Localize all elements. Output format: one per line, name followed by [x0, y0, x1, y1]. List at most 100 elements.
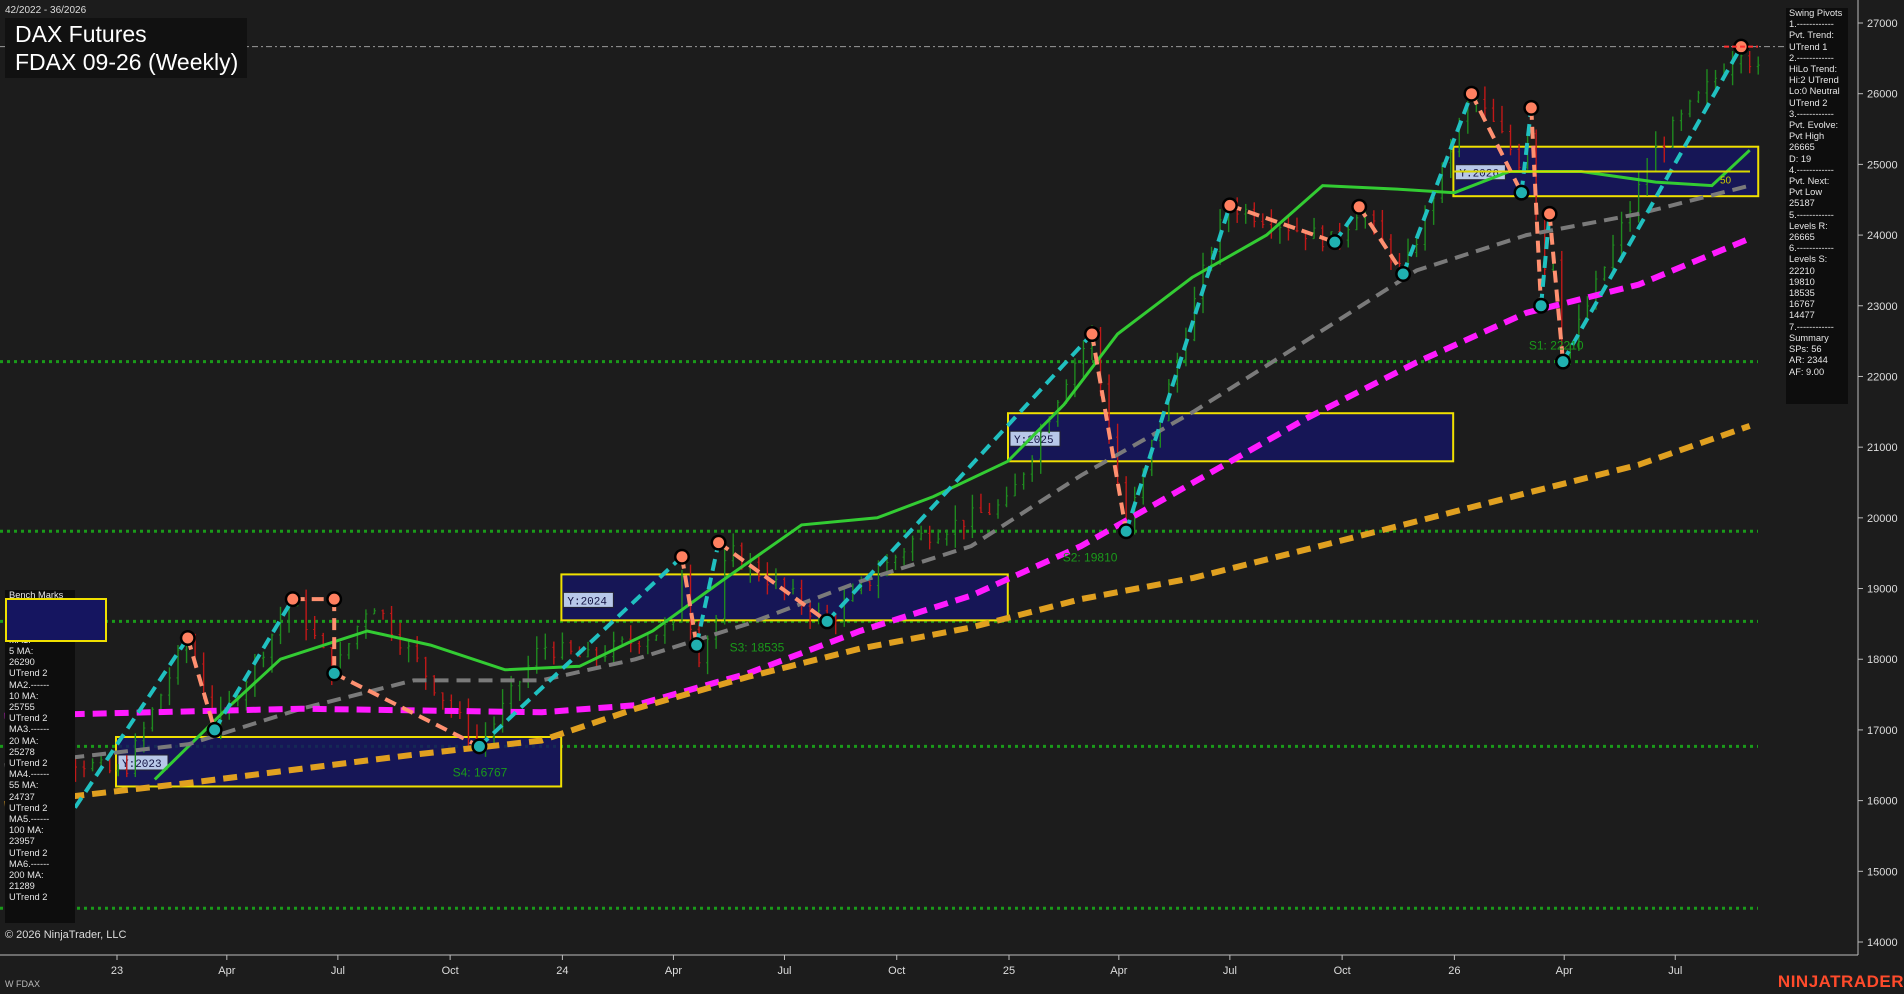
title-box: DAX Futures FDAX 09-26 (Weekly) [5, 18, 247, 78]
fifty-percent-label: 50 [1720, 175, 1732, 186]
y-tick-label: 21000 [1867, 442, 1898, 454]
y-tick-label: 14000 [1867, 937, 1898, 949]
bench-line: 26290 [9, 657, 35, 668]
swing-line: UTrend 2 [1789, 97, 1828, 108]
x-tick-label: Oct [888, 965, 905, 977]
price-axis: 14000 15000 16000 17000 18000 19000 20000 21000… [1857, 0, 1898, 955]
bench-line: MA6.------ [9, 858, 50, 869]
swing-line: SPs: 56 [1789, 344, 1822, 355]
swing-line: 4.------------ [1789, 164, 1834, 175]
ninjatrader-logo: NINJATRADER [1777, 972, 1904, 991]
swing-line [1124, 204, 1232, 532]
pivot-low-marker [209, 724, 221, 736]
bench-line: 55 MA: [9, 780, 39, 791]
x-tick-label: 26 [1448, 965, 1460, 977]
bench-line: 200 MA: [9, 870, 44, 881]
bench-line: UTrend 2 [9, 892, 48, 903]
pivot-low-marker [1516, 187, 1528, 199]
swing-line: 26665 [1789, 232, 1815, 243]
pivot-high-marker [676, 551, 688, 563]
swing-line: Summary [1789, 332, 1829, 343]
bench-line: 24737 [9, 791, 35, 802]
bench-line: MA3.------ [9, 724, 50, 735]
swing-line: Levels R: [1789, 220, 1828, 231]
x-tick-label: 25 [1003, 965, 1015, 977]
swing-line: 18535 [1789, 288, 1815, 299]
pivot-high-marker [328, 593, 340, 605]
x-tick-label: 24 [556, 965, 568, 977]
swing-line: HiLo Trend: [1789, 64, 1838, 75]
swing-line: 22210 [1789, 265, 1815, 276]
y-tick-label: 16000 [1867, 796, 1898, 808]
swing-line: Hi:2 UTrend [1789, 75, 1839, 86]
swing-line: 19810 [1789, 276, 1815, 287]
pivot-low-marker [1397, 268, 1409, 280]
bench-line: MA2.------ [9, 679, 50, 690]
x-tick-label: Oct [1334, 965, 1351, 977]
y-tick-label: 24000 [1867, 230, 1898, 242]
bench-line: UTrend 2 [9, 668, 48, 679]
bench-line: 25278 [9, 746, 35, 757]
swing-line: 2.------------ [1789, 52, 1834, 63]
bench-line: 10 MA: [9, 690, 39, 701]
yearly-boxes: Y:2023Y:2024Y:2025Y:2026 [115, 145, 1760, 788]
y-tick-label: 23000 [1867, 301, 1898, 313]
pivot-low-marker [691, 639, 703, 651]
swing-line: D: 19 [1789, 153, 1812, 164]
bench-line: UTrend 2 [9, 802, 48, 813]
x-tick-label: Jul [777, 965, 791, 977]
pivot-low-marker [1329, 236, 1341, 248]
pivot-high-marker [287, 593, 299, 605]
x-tick-label: Apr [1556, 965, 1573, 977]
swing-line: Swing Pivots [1789, 8, 1843, 18]
swing-line: 1.------------ [1789, 19, 1834, 30]
pivot-high-marker [1086, 328, 1098, 340]
pivot-high-marker [1465, 88, 1477, 100]
bench-line: 100 MA: [9, 825, 44, 836]
swing-line: 5.------------ [1789, 209, 1834, 220]
x-tick-label: Jul [1668, 965, 1682, 977]
support-level-label: S1: 22210 [1529, 339, 1584, 353]
bench-line: MA5.------ [9, 814, 50, 825]
pivot-low-marker [1535, 300, 1547, 312]
swing-pivots-panel: Swing Pivots 1.------------ Pvt. Trend: UTr… [1786, 8, 1848, 404]
bench-line: MA4.------ [9, 769, 50, 780]
pivot-high-marker [182, 632, 194, 644]
swing-line: Pvt Low [1789, 187, 1823, 198]
yearly-box-label: Y:2024 [567, 596, 607, 608]
bench-line: UTrend 2 [9, 713, 48, 724]
x-tick-label: Oct [442, 965, 459, 977]
price-chart[interactable]: Y:2023Y:2024Y:2025Y:2026 S1: 22210S2: 19… [0, 0, 1904, 994]
swing-line: 3.------------ [1789, 108, 1834, 119]
swing-line: Pvt. Next: [1789, 176, 1830, 187]
bench-line: UTrend 2 [9, 758, 48, 769]
swing-line: 14477 [1789, 310, 1815, 321]
swing-line: 7.------------ [1789, 321, 1834, 332]
swing-line: Lo:0 Neutral [1789, 86, 1840, 97]
x-tick-label: Apr [218, 965, 235, 977]
swing-line [1561, 45, 1743, 363]
bench-line: 23957 [9, 836, 35, 847]
pivot-low-marker [1120, 525, 1132, 537]
ma-line [4, 183, 1751, 768]
moving-average-lines [4, 149, 1751, 808]
swing-line: 16767 [1789, 299, 1815, 310]
support-lines [0, 360, 1758, 910]
pivot-high-marker [1353, 201, 1365, 213]
support-level-label: S4: 16767 [453, 765, 508, 779]
chart-title: DAX Futures [15, 21, 147, 47]
instrument-label: W FDAX [5, 979, 40, 989]
x-tick-label: Jul [331, 965, 345, 977]
y-tick-label: 17000 [1867, 725, 1898, 737]
support-level-label: S3: 18535 [730, 640, 785, 654]
swing-line [185, 637, 217, 731]
swing-line: Pvt. Evolve: [1789, 120, 1839, 131]
x-tick-label: 23 [111, 965, 123, 977]
pivot-low-marker [821, 615, 833, 627]
x-tick-label: Apr [1110, 965, 1127, 977]
y-tick-label: 20000 [1867, 513, 1898, 525]
x-tick-label: Jul [1223, 965, 1237, 977]
bench-line: 25755 [9, 702, 35, 713]
swing-line: Pvt High [1789, 131, 1825, 142]
bm-trend-highlight [5, 598, 107, 642]
